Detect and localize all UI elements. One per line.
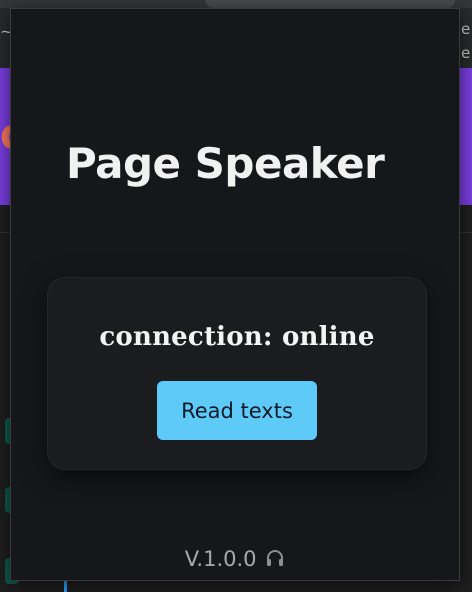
toolbar-partial-glyph: e (461, 20, 471, 38)
popup-title: Page Speaker (66, 139, 385, 188)
browser-tab[interactable] (205, 0, 455, 8)
read-texts-button[interactable]: Read texts (157, 381, 317, 440)
background-banner-glyph: d (0, 112, 10, 158)
status-card: connection: online Read texts (47, 277, 427, 470)
connection-status: connection: online (99, 322, 375, 352)
browser-tab-bar (0, 0, 472, 8)
headphones-icon (265, 548, 285, 568)
version-footer: V.1.0.0 (11, 547, 459, 571)
toolbar-partial-glyph: e (461, 44, 471, 62)
version-label: V.1.0.0 (184, 547, 257, 571)
extension-popup: Page Speaker connection: online Read tex… (10, 8, 460, 581)
